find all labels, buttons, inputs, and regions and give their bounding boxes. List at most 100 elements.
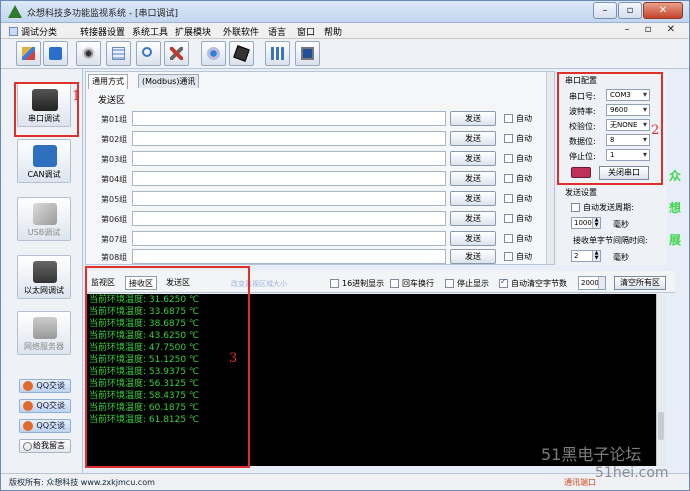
send-row-label: 第08组 <box>101 253 128 262</box>
send-row-input[interactable] <box>132 191 446 206</box>
send-row-input[interactable] <box>132 211 446 226</box>
menu-label: 窗口 <box>297 28 316 38</box>
menu-help[interactable]: 帮助 <box>324 25 342 38</box>
auto-send-label: 自动 <box>516 134 532 143</box>
menu-window[interactable]: 窗口 <box>297 25 315 38</box>
clear-all-button[interactable]: 清空所有区 <box>614 276 666 290</box>
toolbar-speaker-button[interactable] <box>76 41 101 66</box>
toolbar-search-button[interactable] <box>136 41 161 66</box>
menu-adapter-settings[interactable]: 转接器设置 <box>80 25 125 38</box>
interval-unit: 毫秒 <box>613 253 629 262</box>
send-row-label: 第03组 <box>101 155 128 164</box>
toolbar-film-button[interactable] <box>229 41 254 66</box>
send-button[interactable]: 发送 <box>450 249 496 264</box>
send-settings-title: 发送设置 <box>565 188 597 197</box>
stop-display-checkbox[interactable] <box>445 279 454 288</box>
toolbar-calculator-button[interactable] <box>106 41 131 66</box>
auto-send-label: 自动 <box>516 234 532 243</box>
annotation-box-3 <box>85 266 250 468</box>
site-watermark: 51黑电子论坛 <box>541 445 642 464</box>
send-row-input[interactable] <box>132 151 446 166</box>
minimize-button[interactable]: – <box>593 2 617 19</box>
spin-arrows-icon[interactable] <box>598 277 605 289</box>
hex-display-checkbox[interactable] <box>330 279 339 288</box>
menu-extension-modules[interactable]: 扩展模块 <box>175 25 211 38</box>
title-bar[interactable]: 众想科技多功能监视系统 - [串口调试] – ▫ ✕ <box>1 1 689 23</box>
copyright-text: 版权所有: 众想科技 www.zxkjmcu.com <box>9 478 155 487</box>
toolbar-pencil-button[interactable] <box>16 41 41 66</box>
menu-bar: 调试分类 转接器设置 系统工具 扩展模块 外联软件 语言 窗口 帮助 – ▫ ✕ <box>1 23 689 39</box>
auto-send-checkbox[interactable] <box>504 134 513 143</box>
send-button[interactable]: 发送 <box>450 171 496 186</box>
auto-send-checkbox[interactable] <box>504 154 513 163</box>
calculator-icon <box>112 47 125 60</box>
send-button[interactable]: 发送 <box>450 231 496 246</box>
tab-modbus[interactable]: (Modbus)通讯 <box>138 74 200 88</box>
spin-arrows-icon[interactable]: ▲ ▼ <box>592 218 600 228</box>
auto-send-checkbox[interactable] <box>504 234 513 243</box>
auto-send-checkbox[interactable] <box>504 194 513 203</box>
crlf-checkbox[interactable] <box>390 279 399 288</box>
auto-send-checkbox[interactable] <box>504 174 513 183</box>
leave-message-button[interactable]: 给我留言 <box>19 439 71 453</box>
scrollbar-thumb[interactable] <box>658 412 664 440</box>
send-row-input[interactable] <box>132 171 446 186</box>
leave-message-label: 给我留言 <box>33 441 65 450</box>
sidebar-item-network-server[interactable]: 网络服务器 <box>17 311 71 355</box>
qq-chat-button-2[interactable]: QQ交谈 <box>19 399 71 413</box>
auto-period-label: 自动发送周期: <box>583 203 634 212</box>
close-button[interactable]: ✕ <box>643 2 683 19</box>
qq-penguin-icon <box>23 421 33 431</box>
send-panel-scrollbar[interactable] <box>546 72 554 264</box>
send-row-label: 第04组 <box>101 175 128 184</box>
send-row-input[interactable] <box>132 111 446 126</box>
qq-chat-label: QQ交谈 <box>36 401 65 410</box>
auto-send-checkbox[interactable] <box>504 214 513 223</box>
menu-label: 扩展模块 <box>175 28 212 38</box>
toolbar-tools-button[interactable] <box>164 41 189 66</box>
sidebar-item-ethernet-debug[interactable]: 以太网调试 <box>17 255 71 299</box>
period-input[interactable]: 1000 ▲ ▼ <box>571 217 601 229</box>
send-button[interactable]: 发送 <box>450 211 496 226</box>
send-row: 第06组 发送 自动 <box>86 210 548 228</box>
grid-icon <box>271 47 284 60</box>
send-button[interactable]: 发送 <box>450 151 496 166</box>
toolbar-camera-button[interactable] <box>201 41 226 66</box>
interval-input[interactable]: 2 ▲ ▼ <box>571 250 601 262</box>
menu-external-software[interactable]: 外联软件 <box>223 25 259 38</box>
network-server-icon <box>33 317 57 339</box>
auto-clear-checkbox[interactable] <box>499 277 508 288</box>
sidebar-item-usb-debug[interactable]: USB调试 <box>17 197 71 241</box>
send-button[interactable]: 发送 <box>450 111 496 126</box>
toolbar-monitor-button[interactable] <box>295 41 320 66</box>
auto-send-checkbox[interactable] <box>504 252 513 261</box>
tab-general-mode[interactable]: 通用方式 <box>88 74 128 89</box>
menu-system-tools[interactable]: 系统工具 <box>132 25 168 38</box>
auto-send-label: 自动 <box>516 214 532 223</box>
qq-chat-button-3[interactable]: QQ交谈 <box>19 419 71 433</box>
clear-count-input[interactable]: 2000 <box>578 276 606 290</box>
qq-chat-button-1[interactable]: QQ交谈 <box>19 379 71 393</box>
ethernet-icon <box>33 261 57 283</box>
send-row: 第03组 发送 自动 <box>86 150 548 168</box>
send-panel: 通用方式 (Modbus)通讯 发送区 第01组 发送 自动 第02组 发送 自… <box>85 71 555 265</box>
sidebar-item-can-debug[interactable]: CAN调试 <box>17 139 71 183</box>
spin-arrows-icon[interactable]: ▲ ▼ <box>592 251 600 261</box>
menu-debug-category[interactable]: 调试分类 <box>9 25 57 38</box>
send-row-input[interactable] <box>132 249 446 264</box>
toolbar-grid-button[interactable] <box>265 41 290 66</box>
toolbar-book-button[interactable] <box>43 41 68 66</box>
send-row-label: 第01组 <box>101 115 128 124</box>
menu-app-icon <box>9 27 18 36</box>
side-vertical-char: 展 <box>669 233 682 247</box>
maximize-button[interactable]: ▫ <box>618 2 642 19</box>
send-row-input[interactable] <box>132 131 446 146</box>
send-button[interactable]: 发送 <box>450 191 496 206</box>
terminal-scrollbar[interactable] <box>656 294 665 466</box>
send-row-input[interactable] <box>132 231 446 246</box>
menu-language[interactable]: 语言 <box>268 25 286 38</box>
send-button[interactable]: 发送 <box>450 131 496 146</box>
auto-period-checkbox[interactable] <box>571 203 580 212</box>
auto-send-checkbox[interactable] <box>504 114 513 123</box>
mdi-window-controls[interactable]: – ▫ ✕ <box>624 24 681 35</box>
